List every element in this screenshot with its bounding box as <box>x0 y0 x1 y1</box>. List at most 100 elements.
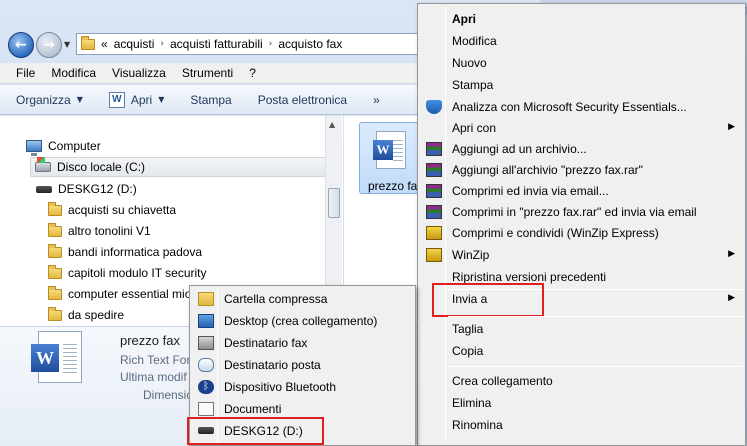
menu-item-add-rar[interactable]: Aggiungi all'archivio "prezzo fax.rar" <box>420 159 743 181</box>
tree-item-folder[interactable]: capitoli modulo IT security <box>48 263 207 283</box>
winzip-icon <box>426 248 442 262</box>
tree-item-label: bandi informatica padova <box>68 245 203 259</box>
caret-down-icon: ▼ <box>76 95 83 104</box>
arrow-right-icon: → <box>43 37 55 53</box>
menu-item-copy[interactable]: Copia <box>420 340 743 362</box>
send-to-fax[interactable]: Destinatario fax <box>192 332 413 354</box>
menu-item-label: Cartella compressa <box>224 292 328 306</box>
menu-item-scan[interactable]: Analizza con Microsoft Security Essentia… <box>420 96 743 118</box>
tree-item-folder[interactable]: acquisti su chiavetta <box>48 200 176 220</box>
documents-icon <box>198 402 214 416</box>
menu-file[interactable]: File <box>8 66 43 80</box>
menu-item-label: Analizza con Microsoft Security Essentia… <box>452 100 687 114</box>
security-essentials-icon <box>426 100 442 114</box>
local-disk-icon <box>35 157 51 172</box>
tree-item-label: computer essential mio <box>68 287 192 301</box>
menu-item-label: Destinatario fax <box>224 336 308 350</box>
menu-bar: File Modifica Visualizza Strumenti ? <box>0 63 420 84</box>
recent-pages-chevron-icon[interactable]: ▼ <box>64 40 70 49</box>
menu-item-label: Comprimi e condividi (WinZip Express) <box>452 226 659 240</box>
menu-item-rename[interactable]: Rinomina <box>420 414 743 436</box>
menu-item-print[interactable]: Stampa <box>420 74 743 96</box>
send-to-zip-folder[interactable]: Cartella compressa <box>192 288 413 310</box>
menu-item-compress-email[interactable]: Comprimi ed invia via email... <box>420 180 743 202</box>
menu-item-label: Dispositivo Bluetooth <box>224 380 337 394</box>
tree-item-local-disk[interactable]: Disco locale (C:) <box>30 157 326 177</box>
menu-item-label: Destinatario posta <box>224 358 321 372</box>
winrar-icon <box>426 163 442 177</box>
address-bar[interactable]: « acquisti › acquisti fatturabili › acqu… <box>76 33 420 55</box>
computer-icon <box>26 140 42 156</box>
fax-icon <box>198 336 214 350</box>
menu-item-edit[interactable]: Modifica <box>420 30 743 52</box>
tree-item-drive[interactable]: DESKG12 (D:) <box>36 179 137 199</box>
back-button[interactable]: ← <box>8 32 34 58</box>
menu-item-compress-share[interactable]: Comprimi e condividi (WinZip Express) <box>420 222 743 244</box>
menu-help[interactable]: ? <box>241 66 264 80</box>
chevron-right-icon[interactable]: › <box>269 39 273 49</box>
print-button[interactable]: Stampa <box>190 93 231 107</box>
details-file-name: prezzo fax <box>120 333 180 348</box>
organize-button[interactable]: Organizza ▼ <box>16 93 83 107</box>
send-to-desktop[interactable]: Desktop (crea collegamento) <box>192 310 413 332</box>
menu-item-cut[interactable]: Taglia <box>420 318 743 340</box>
forward-button[interactable]: → <box>36 32 62 58</box>
menu-item-label: Documenti <box>224 402 282 416</box>
tree-item-label: Computer <box>48 139 101 153</box>
folder-icon <box>81 35 95 50</box>
breadcrumb-item[interactable]: acquisto fax <box>278 37 342 51</box>
tree-item-computer[interactable]: Computer <box>26 136 101 156</box>
menu-view[interactable]: Visualizza <box>104 66 174 80</box>
zip-folder-icon <box>198 292 214 306</box>
breadcrumb-overflow[interactable]: « <box>101 37 108 51</box>
rtf-document-icon: W <box>373 131 406 169</box>
file-item-prezzo-fax[interactable]: W prezzo fa <box>359 122 423 194</box>
tree-item-folder[interactable]: altro tonolini V1 <box>48 221 151 241</box>
scrollbar-thumb[interactable] <box>328 188 340 218</box>
scroll-up-icon[interactable]: ▲ <box>329 120 335 129</box>
breadcrumb-item[interactable]: acquisti <box>114 37 155 51</box>
submenu-arrow-icon: ▶ <box>728 293 735 303</box>
tree-item-folder[interactable]: da spedire <box>48 305 124 325</box>
menu-item-delete[interactable]: Elimina <box>420 392 743 414</box>
menu-item-create-link[interactable]: Crea collegamento <box>420 370 743 392</box>
menu-item-compress-rar-email[interactable]: Comprimi in "prezzo fax.rar" ed invia vi… <box>420 201 743 223</box>
menu-item-label: Aggiungi ad un archivio... <box>452 142 587 156</box>
menu-item-label: Aggiungi all'archivio "prezzo fax.rar" <box>452 163 643 177</box>
submenu-arrow-icon: ▶ <box>728 249 735 259</box>
menu-item-label: WinZip <box>452 248 490 262</box>
menu-item-open[interactable]: Apri <box>420 8 743 30</box>
menu-item-open-with[interactable]: Apri con ▶ <box>420 117 743 139</box>
send-to-mail[interactable]: Destinatario posta <box>192 354 413 376</box>
folder-icon <box>48 222 62 237</box>
context-menu: Apri Modifica Nuovo Stampa Analizza con … <box>417 3 746 446</box>
breadcrumb-item[interactable]: acquisti fatturabili <box>170 37 263 51</box>
menu-item-label: Desktop (crea collegamento) <box>224 314 378 328</box>
send-to-submenu: Cartella compressa Desktop (crea collega… <box>187 285 416 446</box>
word-logo-icon: W <box>31 344 59 372</box>
details-size-label: Dimensio <box>143 388 194 402</box>
tree-item-label: Disco locale (C:) <box>57 160 146 174</box>
submenu-arrow-icon: ▶ <box>728 122 735 132</box>
rtf-document-large-icon: W <box>31 331 82 383</box>
menu-item-winzip[interactable]: WinZip ▶ <box>420 244 743 266</box>
tree-item-label: da spedire <box>68 308 125 322</box>
tree-item-folder[interactable]: bandi informatica padova <box>48 242 202 262</box>
send-to-bluetooth[interactable]: ᛒ Dispositivo Bluetooth <box>192 376 413 398</box>
menu-item-add-archive[interactable]: Aggiungi ad un archivio... <box>420 138 743 160</box>
more-label: » <box>373 92 380 107</box>
winrar-icon <box>426 142 442 156</box>
open-button[interactable]: W Apri ▼ <box>108 91 164 108</box>
folder-icon <box>48 243 62 258</box>
details-modified-label: Ultima modif <box>120 370 187 384</box>
menu-item-new[interactable]: Nuovo <box>420 52 743 74</box>
tree-item-label: capitoli modulo IT security <box>68 266 207 280</box>
tree-item-label: DESKG12 (D:) <box>58 182 137 196</box>
menu-tools[interactable]: Strumenti <box>174 66 241 80</box>
menu-edit[interactable]: Modifica <box>43 66 104 80</box>
more-commands-button[interactable]: » <box>373 93 380 107</box>
email-button[interactable]: Posta elettronica <box>258 93 347 107</box>
tree-item-folder[interactable]: computer essential mio <box>48 284 191 304</box>
highlight-send-to <box>432 283 544 317</box>
chevron-right-icon[interactable]: › <box>160 39 164 49</box>
